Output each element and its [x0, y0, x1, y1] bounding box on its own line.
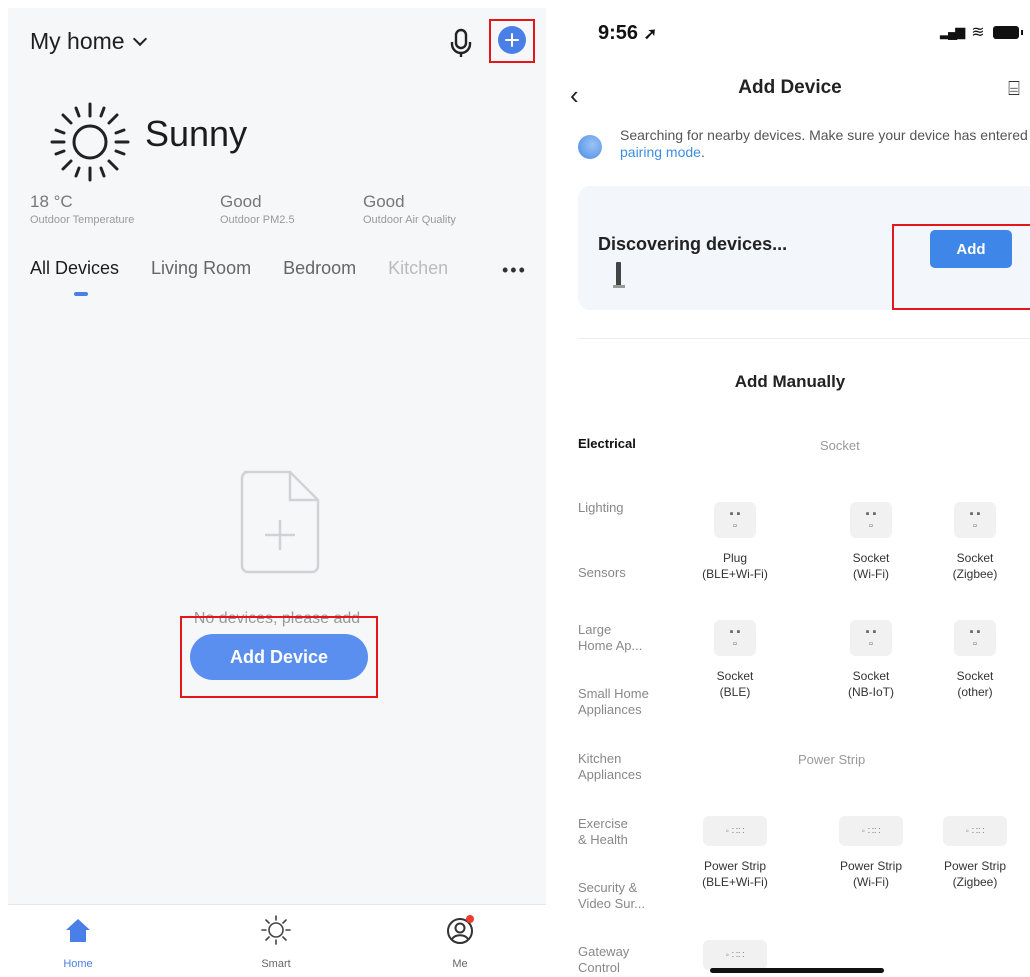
bottom-nav: Home Smart Me: [8, 904, 546, 977]
add-manually-title: Add Manually: [734, 372, 846, 391]
category-sensors[interactable]: Sensors: [578, 565, 626, 581]
signal-icon: ▂▄▆: [940, 24, 965, 39]
stat-air-quality: Good Outdoor Air Quality: [363, 192, 456, 226]
tile-socket-zigbee[interactable]: ▪ ▪ ▫ Socket (Zigbee): [920, 502, 1030, 582]
socket-heading: Socket: [820, 438, 860, 453]
category-lighting[interactable]: Lighting: [578, 500, 624, 516]
tile-power-strip-wifi[interactable]: ◦ ∷∷ Power Strip (Wi-Fi): [816, 816, 926, 890]
power-strip-icon: ◦ ∷∷: [943, 816, 1007, 846]
scan-icon[interactable]: ⌸: [1008, 78, 1020, 101]
socket-icon: ▪ ▪ ▫: [954, 620, 996, 656]
category-small-home-appliances[interactable]: Small Home Appliances: [578, 686, 649, 718]
tile-power-strip-partial[interactable]: ◦ ∷∷: [680, 940, 790, 970]
socket-icon: ▪ ▪ ▫: [850, 620, 892, 656]
tile-socket-other[interactable]: ▪ ▪ ▫ Socket (other): [920, 620, 1030, 700]
home-selector[interactable]: My home: [30, 28, 147, 55]
category-kitchen-appliances[interactable]: Kitchen Appliances: [578, 751, 642, 783]
category-electrical[interactable]: Electrical: [578, 436, 636, 452]
room-tabs: All Devices Living Room Bedroom Kitchen: [30, 258, 480, 279]
battery-icon: [992, 25, 1023, 39]
wifi-icon: ≋: [971, 24, 985, 41]
tab-indicator: [74, 292, 88, 296]
tab-kitchen[interactable]: Kitchen: [388, 258, 448, 279]
pairing-mode-link[interactable]: pairing mode: [620, 144, 701, 160]
nav-smart[interactable]: Smart: [236, 915, 316, 970]
category-security-video[interactable]: Security & Video Sur...: [578, 880, 645, 912]
category-gateway-control[interactable]: Gateway Control: [578, 944, 629, 976]
stat-pm25: Good Outdoor PM2.5: [220, 192, 295, 226]
home-title: My home: [30, 28, 125, 54]
add-icon-button[interactable]: [498, 26, 526, 54]
weather-condition: Sunny: [145, 113, 248, 154]
status-icons: ▂▄▆ ≋: [940, 22, 1023, 42]
searching-icon: [578, 135, 602, 159]
category-exercise-health[interactable]: Exercise & Health: [578, 816, 628, 848]
sun-weather-icon: [50, 102, 130, 182]
socket-icon: ▪ ▪ ▫: [714, 502, 756, 538]
device-icon: [613, 262, 625, 288]
tile-socket-nb-iot[interactable]: ▪ ▪ ▫ Socket (NB-IoT): [816, 620, 926, 700]
tab-bedroom[interactable]: Bedroom: [283, 258, 356, 279]
more-icon[interactable]: •••: [502, 260, 527, 281]
chevron-down-icon: [132, 31, 147, 46]
microphone-icon[interactable]: [448, 28, 474, 58]
socket-icon: ▪ ▪ ▫: [850, 502, 892, 538]
add-device-button[interactable]: Add Device: [190, 634, 368, 680]
tile-socket-wifi[interactable]: ▪ ▪ ▫ Socket (Wi-Fi): [816, 502, 926, 582]
power-strip-icon: ◦ ∷∷: [703, 816, 767, 846]
divider: [578, 338, 1030, 339]
home-icon: [66, 919, 90, 942]
discover-card: Discovering devices... Add: [578, 186, 1030, 310]
power-strip-heading: Power Strip: [798, 752, 866, 767]
page-title: Add Device: [738, 77, 842, 98]
tile-power-strip-zigbee[interactable]: ◦ ∷∷ Power Strip (Zigbee): [920, 816, 1030, 890]
nav-me[interactable]: Me: [420, 915, 500, 970]
tile-plug-ble-wifi[interactable]: ▪ ▪ ▫ Plug (BLE+Wi-Fi): [680, 502, 790, 582]
home-screen: My home Sunny 18 °C Outdoor Temperature …: [8, 8, 546, 977]
socket-icon: ▪ ▪ ▫: [954, 502, 996, 538]
sun-icon: [261, 915, 291, 945]
tile-power-strip-ble-wifi[interactable]: ◦ ∷∷ Power Strip (BLE+Wi-Fi): [680, 816, 790, 890]
empty-message: No devices, please add: [193, 610, 361, 627]
power-strip-icon: ◦ ∷∷: [839, 816, 903, 846]
nav-home[interactable]: Home: [38, 915, 118, 970]
search-status: Searching for nearby devices. Make sure …: [578, 127, 1028, 161]
tile-socket-ble[interactable]: ▪ ▪ ▫ Socket (BLE): [680, 620, 790, 700]
category-large-home-appliances[interactable]: Large Home Ap...: [578, 622, 642, 654]
add-discovered-button[interactable]: Add: [930, 230, 1012, 268]
empty-file-icon: [240, 470, 320, 574]
discover-title: Discovering devices...: [598, 234, 788, 254]
location-arrow-icon: ➚: [643, 26, 657, 43]
profile-icon: [447, 915, 474, 944]
socket-icon: ▪ ▪ ▫: [714, 620, 756, 656]
home-indicator: [710, 968, 884, 973]
add-device-screen: 9:56 ➚ ▂▄▆ ≋ ‹ Add Device ⌸ Searching fo…: [560, 0, 1030, 977]
tab-all-devices[interactable]: All Devices: [30, 258, 119, 279]
tab-living-room[interactable]: Living Room: [151, 258, 251, 279]
stat-temperature: 18 °C Outdoor Temperature: [30, 192, 135, 226]
status-time: 9:56 ➚: [598, 22, 657, 44]
power-strip-icon: ◦ ∷∷: [703, 940, 767, 970]
